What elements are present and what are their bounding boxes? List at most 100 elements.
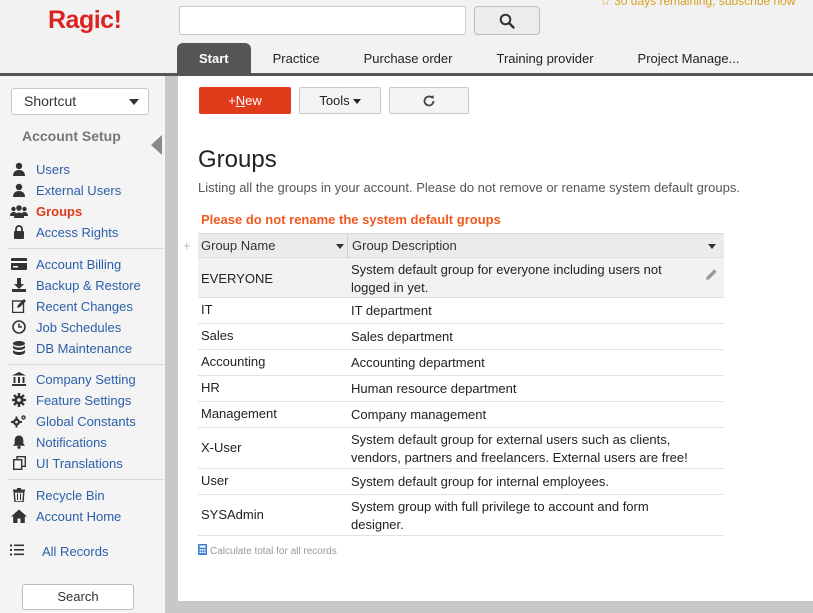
header: Ragic! ☆ 30 days remaining, subscribe no… [0,0,813,76]
group-icon [10,204,28,218]
sidebar-item-ui-translations[interactable]: UI Translations [10,453,123,473]
table-row[interactable]: Sales Sales department [198,324,724,350]
star-icon: ☆ [600,0,615,8]
group-description-cell: System default group for internal employ… [351,474,609,489]
trash-icon [10,488,28,502]
chevron-down-icon[interactable] [336,244,344,249]
table-row[interactable]: SYSAdmin System group with full privileg… [198,495,724,536]
new-button[interactable]: +New [199,87,291,114]
search-icon [499,13,515,29]
sidebar-item-feature-settings[interactable]: Feature Settings [10,390,131,410]
table-row[interactable]: Accounting Accounting department [198,350,724,376]
group-name-cell: EVERYONE [201,271,274,286]
horizontal-scrollbar[interactable] [178,601,813,613]
sidebar-divider [8,248,164,249]
sidebar-item-groups[interactable]: Groups [10,201,82,221]
sidebar-item-users[interactable]: Users [10,159,70,179]
column-divider [347,234,348,258]
page-description: Listing all the groups in your account. … [198,180,740,195]
global-search-input[interactable] [179,6,466,35]
sidebar-item-db-maintenance[interactable]: DB Maintenance [10,338,132,358]
sidebar-item-notifications[interactable]: Notifications [10,432,107,452]
group-name-cell: HR [201,380,220,395]
sidebar: Shortcut Account Setup Users External Us… [0,76,165,613]
sidebar-divider [8,364,164,365]
collapse-sidebar-icon[interactable] [151,135,162,155]
tab-project-manage[interactable]: Project Manage... [616,43,762,75]
group-description-cell: System group with full privilege to acco… [351,499,649,532]
sidebar-item-external-users[interactable]: External Users [10,180,121,200]
table-row[interactable]: IT IT department [198,298,724,324]
home-icon [10,509,28,523]
tab-training-provider[interactable]: Training provider [474,43,615,75]
column-header-group-description[interactable]: Group Description [352,234,724,258]
sidebar-item-access-rights[interactable]: Access Rights [10,222,118,242]
table-row[interactable]: Management Company management [198,402,724,428]
search-button[interactable] [474,6,540,35]
group-description-cell: System default group for external users … [351,432,688,465]
sidebar-scrollbar[interactable] [165,76,178,613]
group-description-cell: Sales department [351,329,453,344]
sidebar-item-all-records[interactable]: All Records [10,544,108,559]
refresh-button[interactable] [389,87,469,114]
add-column-icon[interactable]: + [183,238,191,253]
sidebar-item-recycle-bin[interactable]: Recycle Bin [10,485,105,505]
calculator-icon [198,544,207,558]
group-description-cell: System default group for everyone includ… [351,262,662,295]
chevron-down-icon [352,99,361,105]
table-row[interactable]: HR Human resource department [198,376,724,402]
billing-icon [10,257,28,271]
calculate-total-link[interactable]: Calculate total for all records [198,544,337,558]
group-description-cell: IT department [351,303,432,318]
group-name-cell: X-User [201,440,242,455]
table-row[interactable]: EVERYONE System default group for everyo… [198,258,724,298]
section-title: Account Setup [22,128,121,144]
chevron-down-icon[interactable] [708,244,716,249]
sidebar-item-backup-restore[interactable]: Backup & Restore [10,275,141,295]
page-title: Groups [198,146,277,173]
group-description-cell: Human resource department [351,381,517,396]
bell-icon [10,435,28,449]
main-content: +New Tools Groups Listing all the groups… [178,76,813,613]
tools-button[interactable]: Tools [299,87,381,114]
group-name-cell: SYSAdmin [201,507,264,522]
tab-start[interactable]: Start [177,43,251,75]
external-user-icon [10,183,28,197]
warning-message: Please do not rename the system default … [201,212,501,227]
group-name-cell: User [201,473,229,488]
chevron-down-icon [129,99,139,105]
edit-icon [10,299,28,313]
trial-banner[interactable]: ☆ 30 days remaining, subscribe now [600,0,796,8]
copy-icon [10,456,28,470]
table-header: + Group Name Group Description [183,233,724,258]
group-name-cell: IT [201,302,213,317]
download-icon [10,278,28,292]
sidebar-item-account-home[interactable]: Account Home [10,506,121,526]
refresh-icon [423,95,435,106]
shortcut-select[interactable]: Shortcut [11,88,149,115]
user-icon [10,162,28,176]
sidebar-divider [8,479,164,480]
tab-practice[interactable]: Practice [251,43,342,75]
list-icon [10,544,38,559]
cogs-icon [10,414,28,428]
column-header-group-name[interactable]: Group Name [201,234,347,258]
logo[interactable]: Ragic! [48,6,122,35]
sidebar-item-account-billing[interactable]: Account Billing [10,254,121,274]
sidebar-item-company-setting[interactable]: Company Setting [10,369,136,389]
tab-purchase-order[interactable]: Purchase order [342,43,475,75]
table-row[interactable]: X-User System default group for external… [198,428,724,469]
database-icon [10,341,28,355]
sidebar-item-global-constants[interactable]: Global Constants [10,411,136,431]
group-name-cell: Accounting [201,354,266,369]
gear-icon [10,393,28,407]
table-row[interactable]: User System default group for internal e… [198,469,724,495]
tab-bar: Start Practice Purchase order Training p… [177,43,761,75]
sidebar-item-job-schedules[interactable]: Job Schedules [10,317,121,337]
groups-table: + Group Name Group Description EVERYONE … [183,233,724,536]
bank-icon [10,372,28,386]
group-description-cell: Accounting department [351,355,485,370]
sidebar-search-button[interactable]: Search [22,584,134,610]
pencil-icon[interactable] [705,268,718,284]
sidebar-item-recent-changes[interactable]: Recent Changes [10,296,133,316]
